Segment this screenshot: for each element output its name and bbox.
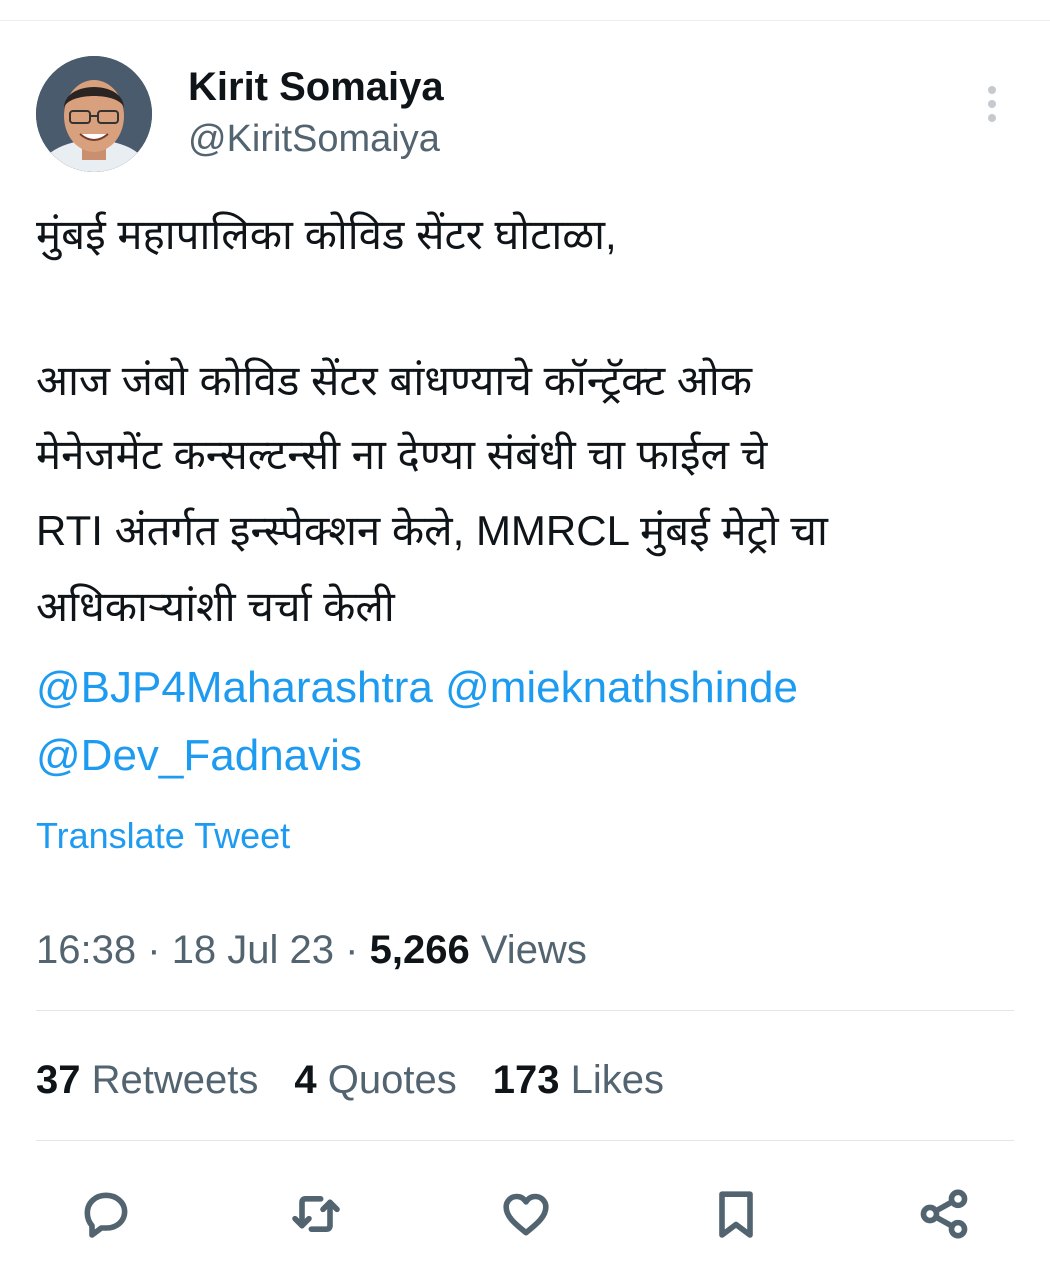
- tweet-time[interactable]: 16:38: [36, 928, 136, 972]
- mention-link-mieknathshinde[interactable]: @mieknathshinde: [445, 663, 798, 712]
- bookmark-button[interactable]: [706, 1184, 766, 1244]
- retweet-icon: [292, 1196, 340, 1232]
- author-display-name[interactable]: Kirit Somaiya: [188, 64, 444, 110]
- translate-tweet-link[interactable]: Translate Tweet: [36, 814, 290, 858]
- likes-label: Likes: [570, 1058, 664, 1102]
- bookmark-icon: [719, 1191, 753, 1238]
- meta-separator: ·: [345, 928, 359, 972]
- divider: [36, 1140, 1014, 1141]
- more-dot: [988, 86, 996, 94]
- mention-link-bjp4maharashtra[interactable]: @BJP4Maharashtra: [36, 663, 433, 712]
- top-divider: [0, 20, 1050, 21]
- reply-icon: [84, 1192, 128, 1238]
- retweets-stat[interactable]: 37 Retweets: [36, 1056, 258, 1104]
- likes-count: 173: [492, 1058, 560, 1102]
- tweet-text-line: अधिकाऱ्यांशी चर्चा केली: [36, 583, 395, 630]
- like-icon: [503, 1193, 549, 1236]
- engagement-stats: 37 Retweets 4 Quotes 173 Likes: [36, 1056, 664, 1104]
- tweet-date[interactable]: 18 Jul 23: [172, 928, 334, 972]
- tweet-text-line: मुंबई महापालिका कोविड सेंटर घोटाळा,: [36, 211, 617, 258]
- author-handle[interactable]: @KiritSomaiya: [188, 116, 440, 162]
- views-label: Views: [480, 928, 587, 972]
- like-button[interactable]: [496, 1184, 556, 1244]
- quotes-count: 4: [294, 1058, 317, 1102]
- share-icon: [920, 1189, 968, 1239]
- likes-stat[interactable]: 173 Likes: [493, 1056, 664, 1104]
- profile-photo-icon: [36, 56, 152, 172]
- reply-button[interactable]: [76, 1184, 136, 1244]
- retweets-count: 37: [36, 1058, 81, 1102]
- retweets-label: Retweets: [91, 1058, 259, 1102]
- tweet-text-line: RTI अंतर्गत इन्स्पेक्शन केले, MMRCL मुंब…: [36, 507, 828, 554]
- share-button[interactable]: [914, 1184, 974, 1244]
- avatar[interactable]: [36, 56, 152, 172]
- more-dot: [988, 100, 996, 108]
- tweet-meta: 16:38 · 18 Jul 23 · 5,266 Views: [36, 926, 587, 974]
- quotes-stat[interactable]: 4 Quotes: [294, 1056, 456, 1104]
- more-options-button[interactable]: [972, 80, 1012, 128]
- views-count: 5,266: [369, 928, 470, 972]
- divider: [36, 1010, 1014, 1011]
- more-dot: [988, 114, 996, 122]
- mention-row: @BJP4Maharashtra @mieknathshinde: [36, 654, 798, 722]
- quotes-label: Quotes: [327, 1058, 457, 1102]
- tweet-text-line: मेनेजमेंट कन्सल्टन्सी ना देण्या संबंधी च…: [36, 431, 768, 478]
- mention-link-dev-fadnavis[interactable]: @Dev_Fadnavis: [36, 722, 362, 790]
- tweet-text-line: आज जंबो कोविड सेंटर बांधण्याचे कॉन्ट्रॅक…: [36, 357, 753, 404]
- retweet-button[interactable]: [286, 1184, 346, 1244]
- meta-separator: ·: [147, 928, 161, 972]
